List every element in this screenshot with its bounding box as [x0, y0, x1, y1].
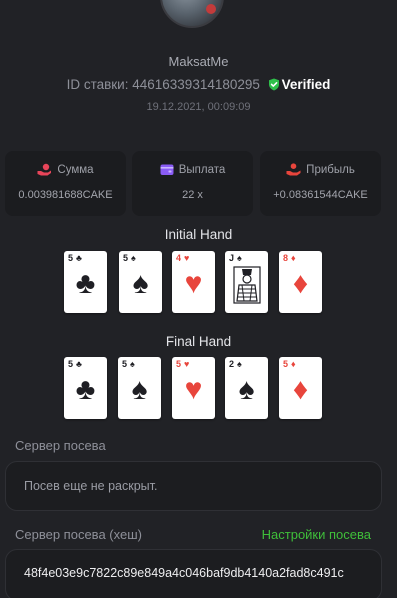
card-rank: 2: [229, 359, 235, 369]
playing-card: 4 ♥ ♥: [172, 251, 215, 313]
card-suit-large: ♦: [292, 267, 309, 300]
card-rank: 5: [68, 253, 74, 263]
playing-card: 5 ♦ ♦: [279, 357, 322, 419]
card-rank: J: [229, 253, 235, 263]
username[interactable]: MaksatMe: [0, 54, 397, 69]
card-suit-large: ♥: [184, 267, 203, 300]
card-suit-large: ♣: [75, 267, 96, 300]
server-seed-hash-field[interactable]: 48f4e03e9c7822c89e849a4c046baf9db4140a2f…: [5, 549, 382, 598]
wallet-icon: [160, 164, 174, 175]
avatar-accent: [206, 4, 216, 14]
bet-id-value: 44616339314180295: [132, 77, 260, 92]
card-suit-small: ♠: [237, 253, 242, 263]
playing-card: 8 ♦ ♦: [279, 251, 322, 313]
card-suit-large: ♦: [292, 373, 309, 406]
bet-id-label: ID ставки:: [66, 77, 129, 92]
hand-coins-icon: [37, 163, 52, 176]
seed-settings-link[interactable]: Настройки посева: [262, 527, 371, 542]
card-rank: 5: [283, 359, 289, 369]
server-seed-hash-label: Сервер посева (хеш): [15, 527, 142, 542]
card-suit-small: ♠: [130, 359, 135, 369]
card-suit-small: ♥: [184, 253, 190, 263]
stat-card-amount: Сумма 0.003981688CAKE: [5, 151, 126, 216]
card-suit-small: ♦: [291, 253, 296, 263]
playing-card: 2 ♠ ♠: [225, 357, 268, 419]
stat-label-profit: Прибыль: [306, 164, 355, 176]
playing-card: 5 ♠ ♠: [118, 357, 161, 419]
card-suit-small: ♥: [184, 359, 190, 369]
stat-label-amount: Сумма: [57, 164, 94, 176]
card-suit-large: ♠: [238, 373, 255, 406]
jack-face-icon: [233, 266, 261, 304]
bet-date: 19.12.2021, 00:09:09: [146, 101, 251, 113]
card-rank: 5: [176, 359, 182, 369]
server-seed-value: Посев еще не раскрыт.: [24, 479, 158, 493]
card-rank: 5: [122, 359, 128, 369]
server-seed-label: Сервер посева: [15, 438, 106, 453]
playing-card: 5 ♠ ♠: [119, 251, 162, 313]
card-suit-small: ♠: [237, 359, 242, 369]
initial-hand-title: Initial Hand: [164, 227, 233, 242]
bet-id-row: ID ставки: 44616339314180295 Verified: [0, 77, 397, 92]
final-hand-title: Final Hand: [165, 334, 232, 349]
avatar: [160, 0, 224, 28]
card-suit-small: ♠: [131, 253, 136, 263]
card-suit-large: ♣: [75, 373, 96, 406]
card-rank: 4: [176, 253, 182, 263]
playing-card: 5 ♥ ♥: [172, 357, 215, 419]
card-suit-large: ♠: [131, 373, 148, 406]
card-rank: 5: [68, 359, 74, 369]
stat-card-profit: Прибыль +0.08361544CAKE: [260, 151, 381, 216]
shield-check-icon: [268, 78, 279, 91]
verified-badge: Verified: [281, 77, 331, 92]
stat-value-profit: +0.08361544CAKE: [273, 189, 368, 201]
server-seed-hash-value: 48f4e03e9c7822c89e849a4c046baf9db4140a2f…: [24, 566, 344, 580]
server-seed-field[interactable]: Посев еще не раскрыт.: [5, 461, 382, 511]
playing-card: J ♠: [225, 251, 268, 313]
card-suit-small: ♦: [291, 359, 296, 369]
card-suit-large: ♠: [132, 267, 149, 300]
stat-label-payout: Выплата: [178, 164, 226, 176]
card-suit-small: ♣: [76, 359, 82, 369]
card-rank: 8: [283, 253, 289, 263]
stat-value-amount: 0.003981688CAKE: [18, 189, 113, 201]
hand-user-icon: [286, 163, 301, 176]
card-suit-small: ♣: [76, 253, 82, 263]
playing-card: 5 ♣ ♣: [64, 251, 107, 313]
stat-value-payout: 22 x: [182, 189, 203, 201]
card-suit-large: ♥: [184, 373, 203, 406]
playing-card: 5 ♣ ♣: [64, 357, 107, 419]
stat-card-payout: Выплата 22 x: [132, 151, 253, 216]
card-rank: 5: [123, 253, 129, 263]
